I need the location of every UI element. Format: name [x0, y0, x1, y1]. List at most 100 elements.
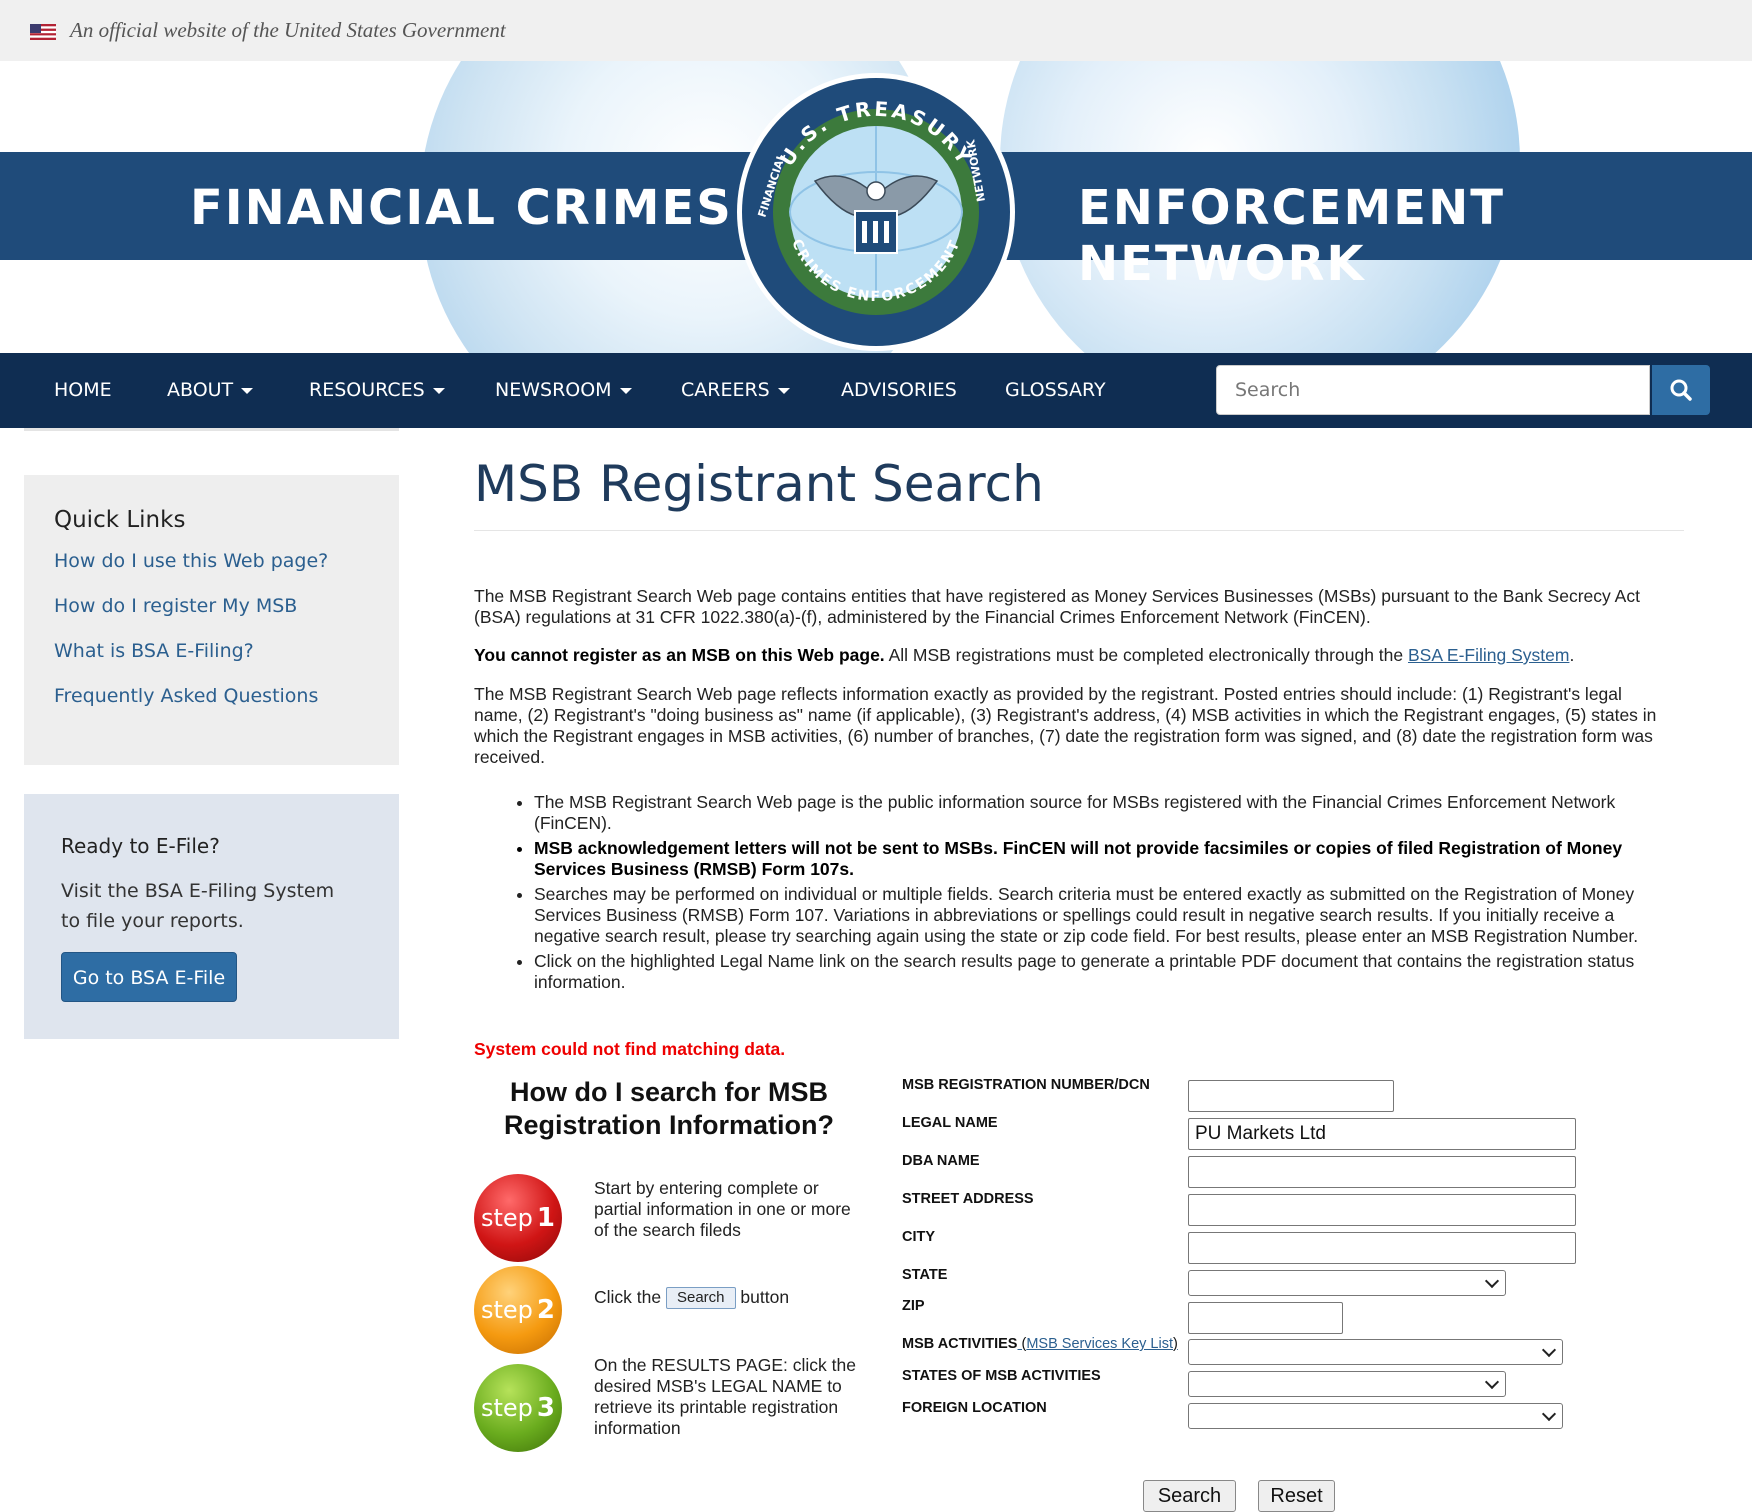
quick-links-title: Quick Links	[54, 507, 186, 533]
list-item: The MSB Registrant Search Web page is th…	[534, 792, 1684, 834]
step-1-text: Start by entering complete or partial in…	[594, 1178, 851, 1240]
step-3-number: 3	[536, 1393, 555, 1423]
main-nav: HOME ABOUT RESOURCES NEWSROOM CAREERS AD…	[0, 353, 1752, 428]
search-button[interactable]: Search	[1143, 1480, 1236, 1512]
site-search-input[interactable]	[1216, 365, 1650, 415]
caret-down-icon	[777, 387, 790, 394]
reset-button[interactable]: Reset	[1258, 1480, 1335, 1512]
sidebar-divider	[24, 428, 399, 431]
step-1-word: step	[480, 1204, 533, 1232]
zip-input[interactable]	[1188, 1302, 1343, 1334]
state-label: STATE	[902, 1267, 948, 1283]
title-divider	[474, 530, 1684, 531]
us-flag-icon	[30, 24, 56, 40]
efile-title: Ready to E-File?	[61, 834, 220, 858]
quick-link-how-to-register[interactable]: How do I register My MSB	[54, 595, 297, 617]
step-2-text-before: Click the	[594, 1287, 662, 1307]
step-1-number: 1	[536, 1203, 555, 1233]
chevron-down-icon	[1541, 1342, 1557, 1358]
nav-careers[interactable]: CAREERS	[681, 353, 790, 428]
street-address-input[interactable]	[1188, 1194, 1576, 1226]
reg-number-input[interactable]	[1188, 1080, 1394, 1112]
reg-number-label: MSB REGISTRATION NUMBER/DCN	[902, 1077, 1150, 1093]
step-2-word: step	[480, 1296, 533, 1324]
nav-newsroom[interactable]: NEWSROOM	[495, 353, 632, 428]
site-header: FINANCIAL CRIMES ENFORCEMENT NETWORK U.S…	[0, 61, 1752, 353]
foreign-location-select[interactable]	[1188, 1403, 1563, 1429]
states-of-activities-select[interactable]	[1188, 1371, 1506, 1397]
gov-banner-text: An official website of the United States…	[70, 18, 506, 42]
nav-careers-label: CAREERS	[681, 379, 770, 401]
step-2-search-illustration: Search	[665, 1287, 736, 1310]
list-item: Searches may be performed on individual …	[534, 884, 1684, 947]
nav-advisories[interactable]: ADVISORIES	[841, 353, 957, 428]
nav-glossary[interactable]: GLOSSARY	[1005, 353, 1106, 428]
foreign-location-label: FOREIGN LOCATION	[902, 1400, 1047, 1416]
dba-name-label: DBA NAME	[902, 1153, 980, 1169]
notice-text: All MSB registrations must be completed …	[884, 645, 1408, 665]
step-3-word: step	[480, 1394, 533, 1422]
nav-newsroom-label: NEWSROOM	[495, 379, 612, 401]
nav-resources-label: RESOURCES	[309, 379, 425, 401]
paren-open: (	[1017, 1336, 1027, 1352]
legal-name-input[interactable]	[1188, 1118, 1576, 1150]
gov-banner: An official website of the United States…	[0, 0, 1752, 62]
howto-title: How do I search for MSB Registration Inf…	[504, 1077, 834, 1140]
msb-services-key-list-link[interactable]: (MSB Services Key List)	[1017, 1336, 1178, 1352]
caret-down-icon	[432, 387, 445, 394]
notice-end: .	[1569, 645, 1575, 665]
page-title: MSB Registrant Search	[474, 455, 1044, 513]
notice-bold: You cannot register as an MSB on this We…	[474, 645, 885, 665]
step-3-text: On the RESULTS PAGE: click the desired M…	[594, 1355, 856, 1438]
efile-text: Visit the BSA E-Filing System to file yo…	[61, 880, 335, 932]
quick-link-faq[interactable]: Frequently Asked Questions	[54, 685, 318, 707]
bsa-efiling-link[interactable]: BSA E-Filing System	[1408, 645, 1569, 665]
zip-label: ZIP	[902, 1298, 925, 1314]
reflects-paragraph: The MSB Registrant Search Web page refle…	[474, 684, 1657, 767]
states-of-activities-label: STATES OF MSB ACTIVITIES	[902, 1368, 1101, 1384]
msb-services-key-list-text: MSB Services Key List	[1026, 1336, 1174, 1352]
caret-down-icon	[241, 387, 254, 394]
step-2-number: 2	[536, 1295, 555, 1325]
error-message: System could not find matching data.	[474, 1039, 786, 1059]
state-select[interactable]	[1188, 1270, 1506, 1296]
nav-about[interactable]: ABOUT	[167, 353, 254, 428]
caret-down-icon	[619, 387, 632, 394]
nav-home[interactable]: HOME	[54, 353, 112, 428]
nav-resources[interactable]: RESOURCES	[309, 353, 445, 428]
nav-home-label: HOME	[54, 379, 112, 401]
site-search-button[interactable]	[1652, 365, 1710, 415]
step-2-text: Click the Search button	[594, 1287, 864, 1310]
step-2-badge: step 2	[474, 1266, 562, 1354]
step-3-badge: step 3	[474, 1364, 562, 1452]
quick-link-bsa-efiling[interactable]: What is BSA E-Filing?	[54, 640, 254, 662]
msb-activities-select[interactable]	[1188, 1339, 1563, 1365]
chevron-down-icon	[1541, 1406, 1557, 1422]
list-item: Click on the highlighted Legal Name link…	[534, 951, 1684, 993]
list-item: MSB acknowledgement letters will not be …	[534, 838, 1684, 880]
intro-paragraph: The MSB Registrant Search Web page conta…	[474, 586, 1640, 627]
chevron-down-icon	[1484, 1273, 1500, 1289]
paren-close: )	[1173, 1336, 1178, 1352]
city-label: CITY	[902, 1229, 936, 1245]
city-input[interactable]	[1188, 1232, 1576, 1264]
street-address-label: STREET ADDRESS	[902, 1191, 1034, 1207]
nav-glossary-label: GLOSSARY	[1005, 379, 1106, 401]
step-1-badge: step 1	[474, 1174, 562, 1262]
chevron-down-icon	[1484, 1374, 1500, 1390]
search-icon	[1670, 379, 1692, 401]
nav-about-label: ABOUT	[167, 379, 234, 401]
header-title-left: FINANCIAL CRIMES	[190, 180, 733, 236]
msb-activities-label: MSB ACTIVITIES (MSB Services Key List)	[902, 1336, 1178, 1352]
step-2-text-after: button	[740, 1287, 790, 1307]
quick-link-how-to-use[interactable]: How do I use this Web page?	[54, 550, 328, 572]
header-title-right: ENFORCEMENT NETWORK	[1078, 180, 1505, 292]
nav-advisories-label: ADVISORIES	[841, 379, 957, 401]
dba-name-input[interactable]	[1188, 1156, 1576, 1188]
info-bullets: The MSB Registrant Search Web page is th…	[510, 792, 1684, 997]
legal-name-label: LEGAL NAME	[902, 1115, 998, 1131]
go-to-bsa-efile-button[interactable]: Go to BSA E-File	[61, 952, 237, 1002]
treasury-seal-logo[interactable]: U.S. TREASURY CRIMES ENFORCEMENT FINANCI…	[735, 71, 1017, 353]
notice-paragraph: You cannot register as an MSB on this We…	[474, 645, 1674, 666]
msb-activities-label-text: MSB ACTIVITIES	[902, 1336, 1018, 1352]
